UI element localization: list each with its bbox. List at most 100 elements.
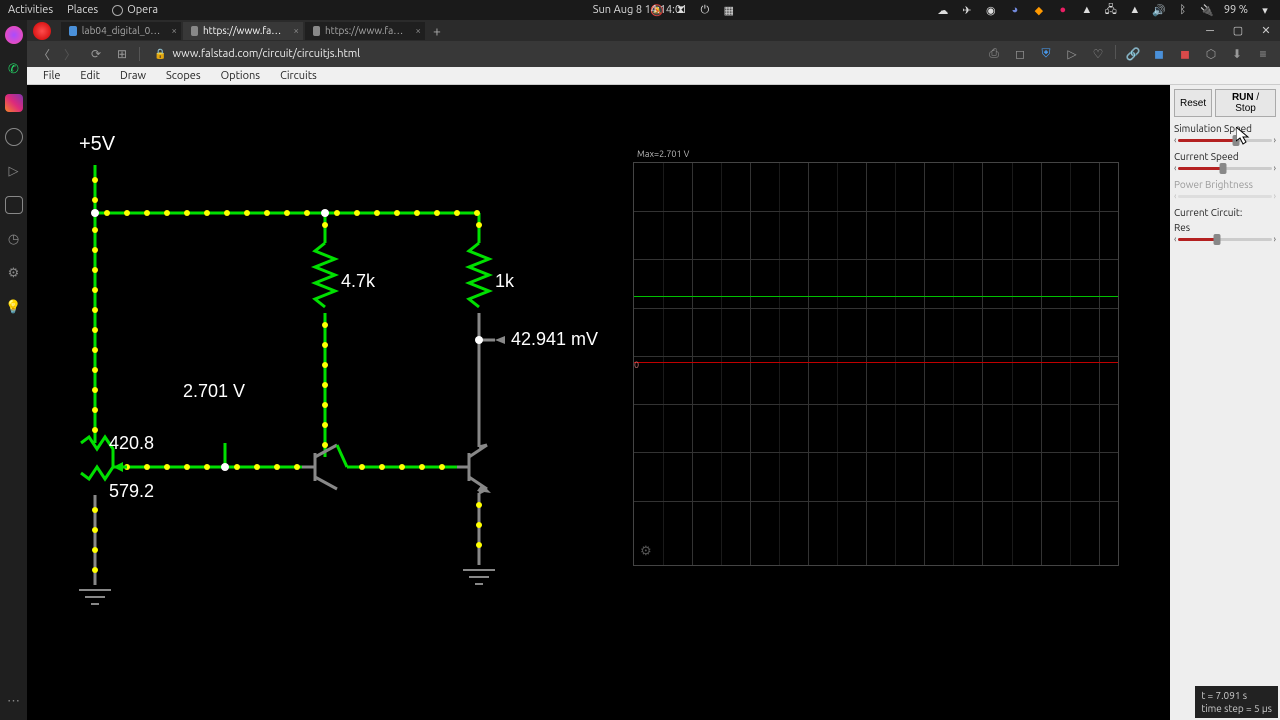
- tray-icon-3[interactable]: ▲: [1080, 3, 1094, 17]
- scope-gear-icon[interactable]: ⚙: [640, 544, 652, 559]
- scope-trace-green: [634, 296, 1118, 297]
- label-r1: 4.7k: [341, 271, 375, 292]
- menu-scopes[interactable]: Scopes: [156, 70, 211, 82]
- dock-circle-icon[interactable]: [5, 128, 23, 146]
- circuit-app: File Edit Draw Scopes Options Circuits: [27, 67, 1280, 720]
- ext-icon-1[interactable]: ◼: [1150, 45, 1168, 63]
- minimize-button[interactable]: ─: [1196, 20, 1224, 41]
- label-vout: 42.941 mV: [511, 329, 598, 350]
- chevron-right-icon[interactable]: ›: [1273, 135, 1276, 145]
- dock-gear-icon[interactable]: ⚙: [5, 264, 23, 282]
- run-stop-button[interactable]: RUN / Stop: [1215, 89, 1276, 117]
- chevron-right-icon[interactable]: ›: [1273, 163, 1276, 173]
- menu-options[interactable]: Options: [211, 70, 270, 82]
- tab-label: https://www.falstad.com/: [203, 25, 283, 36]
- circuit-canvas[interactable]: +5V 4.7k 1k 42.941 mV 2.701 V 420.8 579.…: [27, 85, 1280, 720]
- tab-2[interactable]: https://www.falstad.com/ ×: [305, 22, 425, 40]
- network-icon[interactable]: 🖧: [1104, 3, 1118, 17]
- reset-button[interactable]: Reset: [1174, 89, 1212, 117]
- play-icon[interactable]: ▷: [1063, 45, 1081, 63]
- close-icon[interactable]: ×: [415, 25, 421, 36]
- tab-0[interactable]: lab04_digital_02_2021 ×: [61, 22, 181, 40]
- url-field[interactable]: 🔒 www.falstad.com/circuit/circuitjs.html: [148, 44, 977, 64]
- bluetooth-icon[interactable]: ᛒ: [1176, 3, 1190, 17]
- close-window-button[interactable]: ✕: [1252, 20, 1280, 41]
- telegram-icon[interactable]: ✈: [960, 3, 974, 17]
- close-icon[interactable]: ×: [171, 25, 177, 36]
- cur-speed-slider[interactable]: ‹ ›: [1174, 163, 1276, 173]
- tab-label: https://www.falstad.com/: [325, 25, 405, 36]
- menu-draw[interactable]: Draw: [110, 70, 156, 82]
- favicon-icon: [313, 26, 320, 36]
- dock-more-icon[interactable]: ⋯: [5, 692, 23, 710]
- discord-icon[interactable]: ◕: [1008, 3, 1022, 17]
- back-button[interactable]: 〈: [35, 45, 53, 63]
- dock-square-icon[interactable]: [5, 196, 23, 214]
- opera-menu[interactable]: Opera: [112, 4, 158, 16]
- opera-logo-icon[interactable]: [33, 22, 51, 40]
- chevron-left-icon[interactable]: ‹: [1174, 234, 1177, 244]
- status-box: t = 7.091 s time step = 5 µs: [1195, 686, 1278, 718]
- instagram-icon[interactable]: [5, 94, 23, 112]
- dock-clock-icon[interactable]: ◷: [5, 230, 23, 248]
- close-icon[interactable]: ×: [293, 25, 299, 36]
- sim-speed-slider[interactable]: ‹ ›: [1174, 135, 1276, 145]
- heart-icon[interactable]: ♡: [1089, 45, 1107, 63]
- favicon-icon: [69, 26, 77, 36]
- volume-icon[interactable]: 🔊: [1152, 3, 1166, 17]
- power-label: Power Brightness: [1174, 179, 1276, 190]
- reload-button[interactable]: ⟳: [87, 45, 105, 63]
- scope-trace-red: [634, 362, 1118, 363]
- res-slider[interactable]: ‹ ›: [1174, 234, 1276, 244]
- messenger-icon[interactable]: [5, 26, 23, 44]
- tab-1[interactable]: https://www.falstad.com/ ×: [183, 22, 303, 40]
- wifi-icon[interactable]: ▲: [1128, 3, 1142, 17]
- menu-circuits[interactable]: Circuits: [270, 70, 327, 82]
- tab-add-button[interactable]: +: [427, 23, 447, 39]
- sim-speed-label: Simulation Speed: [1174, 123, 1276, 134]
- calendar-icon[interactable]: ▦: [722, 3, 736, 17]
- forward-button[interactable]: 〉: [61, 45, 79, 63]
- tray-icon-1[interactable]: ◆: [1032, 3, 1046, 17]
- tab-label: lab04_digital_02_2021: [82, 25, 161, 36]
- browser-window: lab04_digital_02_2021 × https://www.fals…: [27, 20, 1280, 720]
- circuit-svg: [27, 85, 627, 665]
- label-vplus: +5V: [79, 133, 115, 156]
- easy-setup-icon[interactable]: ≡: [1254, 45, 1272, 63]
- power-icon[interactable]: ⏻: [698, 3, 712, 17]
- places[interactable]: Places: [67, 4, 98, 16]
- tray-icon-2[interactable]: ●: [1056, 3, 1070, 17]
- activities[interactable]: Activities: [8, 4, 53, 16]
- label-rbot: 579.2: [109, 481, 154, 502]
- menu-edit[interactable]: Edit: [70, 70, 110, 82]
- label-rtop: 420.8: [109, 433, 154, 454]
- chevron-right-icon[interactable]: ›: [1273, 234, 1276, 244]
- chevron-left-icon[interactable]: ‹: [1174, 135, 1177, 145]
- link-icon[interactable]: 🔗: [1124, 45, 1142, 63]
- plug-icon[interactable]: 🔌: [1200, 3, 1214, 17]
- chevron-left-icon[interactable]: ‹: [1174, 163, 1177, 173]
- whatsapp-icon[interactable]: ✆: [5, 60, 23, 78]
- menu-bar: File Edit Draw Scopes Options Circuits: [27, 67, 1280, 85]
- status-time: t = 7.091 s: [1201, 689, 1272, 702]
- apps-button[interactable]: ⊞: [113, 45, 131, 63]
- clock[interactable]: Sun Aug 8 14:14:01: [593, 4, 687, 16]
- dock-play-icon[interactable]: ▷: [5, 162, 23, 180]
- scope[interactable]: Max=2.701 V: [633, 162, 1119, 566]
- ext-icon-2[interactable]: ◼: [1176, 45, 1194, 63]
- app-name: Opera: [127, 4, 158, 16]
- chevron-down-icon[interactable]: ▾: [1258, 3, 1272, 17]
- menu-file[interactable]: File: [33, 70, 70, 82]
- maximize-button[interactable]: ▢: [1224, 20, 1252, 41]
- dock-bulb-icon[interactable]: 💡: [5, 298, 23, 316]
- download-icon[interactable]: ⬇: [1228, 45, 1246, 63]
- scope-zero-marker: 0: [634, 360, 639, 370]
- url-icon-1[interactable]: ⎙: [985, 45, 1003, 63]
- battery[interactable]: 99 %: [1224, 4, 1248, 16]
- shield-icon[interactable]: ⛨: [1037, 45, 1055, 63]
- circuit-label: Current Circuit:: [1174, 207, 1276, 218]
- cloud-icon[interactable]: ☁: [936, 3, 950, 17]
- camera-icon[interactable]: ◻: [1011, 45, 1029, 63]
- steam-icon[interactable]: ◉: [984, 3, 998, 17]
- cube-icon[interactable]: ⬡: [1202, 45, 1220, 63]
